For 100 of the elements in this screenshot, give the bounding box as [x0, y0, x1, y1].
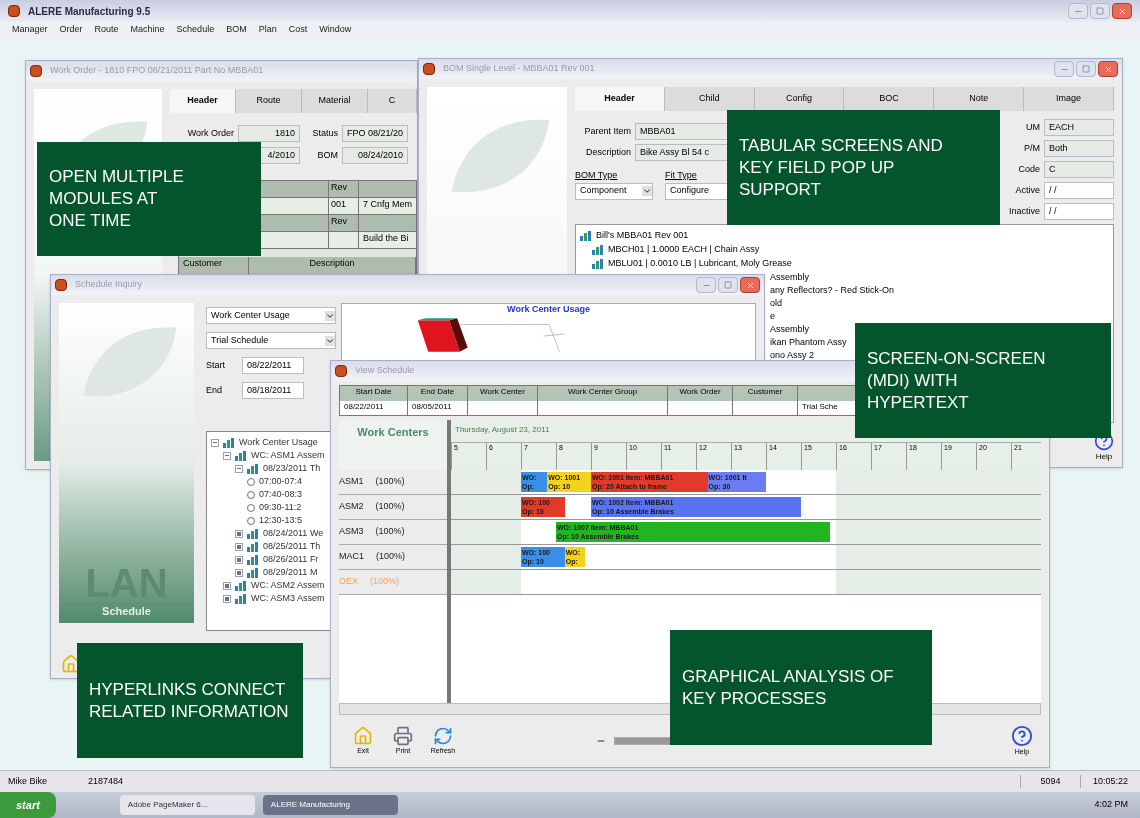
- close-button[interactable]: [1098, 61, 1118, 77]
- window-title: View Schedule: [355, 364, 415, 378]
- tree-item[interactable]: WC: ASM1 Assem: [251, 448, 325, 463]
- text-field[interactable]: EACH: [1044, 119, 1114, 136]
- tree-item[interactable]: Assembly: [770, 323, 809, 336]
- close-button[interactable]: [1112, 3, 1132, 19]
- app-icon: [8, 5, 20, 17]
- menu-item[interactable]: Cost: [288, 23, 308, 37]
- tree-item[interactable]: 08/26/2011 Fr: [263, 552, 319, 567]
- menu-item[interactable]: Window: [319, 23, 352, 37]
- tree-item[interactable]: 07:40-08:3: [259, 487, 303, 502]
- callout-tooltip: OPEN MULTIPLE MODULES AT ONE TIME: [37, 142, 261, 256]
- tree-item[interactable]: 09:30-11:2: [259, 500, 302, 515]
- taskbar-button[interactable]: ALERE Manufacturing: [262, 795, 398, 815]
- menu-item[interactable]: BOM: [226, 23, 247, 37]
- tree-item[interactable]: e: [770, 310, 775, 323]
- field-label: BOM: [317, 148, 338, 162]
- column-header: Work Center Group: [538, 386, 667, 401]
- work-center-row[interactable]: ASM2 (100%): [339, 495, 447, 520]
- menu-item[interactable]: Order: [59, 23, 83, 37]
- tree-item[interactable]: 08/23/2011 Th: [263, 461, 321, 476]
- taskbar-button[interactable]: Adobe PageMaker 6...: [119, 795, 255, 815]
- tree-item[interactable]: 08/24/2011 We: [263, 526, 324, 541]
- tree-item[interactable]: WC: ASM2 Assem: [251, 578, 325, 593]
- expand-icon[interactable]: [235, 568, 243, 577]
- tab[interactable]: Header: [169, 89, 236, 113]
- work-center-row[interactable]: ASM3 (100%): [339, 520, 447, 545]
- tab[interactable]: Material: [301, 89, 368, 113]
- tree-item[interactable]: any Reflectors? - Red Stick-On: [770, 284, 895, 297]
- text-field[interactable]: 1810: [237, 125, 300, 142]
- text-field[interactable]: FPO 08/21/20: [341, 125, 408, 142]
- tree-item[interactable]: 08/25/2011 Th: [263, 539, 321, 554]
- tree-item[interactable]: MBLU01 | 0.0010 LB | Lubricant, Moly Grease: [608, 257, 792, 271]
- collapse-icon[interactable]: [223, 451, 231, 460]
- tree-node-icon: [247, 554, 259, 565]
- tree-node-icon: [223, 437, 235, 448]
- menu-item[interactable]: Schedule: [176, 23, 215, 37]
- status-field: 10:05:22: [1080, 774, 1140, 789]
- menu-item[interactable]: Manager: [12, 23, 48, 37]
- tree-node-icon: [235, 580, 247, 591]
- callout-tooltip: TABULAR SCREENS AND KEY FIELD POP UP SUPPORT: [727, 110, 1000, 225]
- close-button[interactable]: [740, 277, 760, 293]
- tree-item[interactable]: 12:30-13:5: [259, 513, 303, 528]
- dropdown[interactable]: Work Center Usage: [206, 307, 336, 324]
- tree-node-icon: [235, 450, 247, 461]
- tree-item[interactable]: Bill's MBBA01 Rev 001: [596, 229, 689, 243]
- tab[interactable]: C: [367, 89, 417, 113]
- menu-item[interactable]: Route: [94, 23, 119, 37]
- field-label: Status: [312, 126, 338, 140]
- menu-item[interactable]: Plan: [258, 23, 277, 37]
- field-label: Start: [206, 358, 226, 372]
- text-field[interactable]: 08/18/2011: [242, 382, 304, 399]
- collapse-icon[interactable]: [211, 438, 219, 447]
- tab[interactable]: Child: [664, 87, 755, 111]
- text-field[interactable]: Both: [1044, 140, 1114, 157]
- refresh-icon: [433, 725, 453, 746]
- text-field[interactable]: / /: [1044, 203, 1114, 220]
- tree-item[interactable]: 08/29/2011 M: [263, 565, 318, 580]
- text-field[interactable]: 08/22/2011: [242, 357, 304, 374]
- app-icon: [335, 365, 347, 377]
- tree-node-icon: [247, 528, 259, 539]
- text-field[interactable]: 08/24/2010: [341, 147, 408, 164]
- expand-icon[interactable]: [223, 594, 231, 603]
- field-label: P/M: [1024, 141, 1040, 155]
- status-field: 5094: [1020, 774, 1080, 789]
- tab[interactable]: Config: [754, 87, 845, 111]
- tab[interactable]: Note: [934, 87, 1025, 111]
- tree-item[interactable]: WC: ASM3 Assem: [251, 591, 325, 606]
- dropdown-arrow-icon: [325, 335, 335, 346]
- work-center-row[interactable]: MAC1 (100%): [339, 545, 447, 570]
- dropdown-arrow-icon: [325, 310, 335, 321]
- tree-item[interactable]: ikan Phantom Assy: [770, 336, 847, 349]
- grid-cell: Rev: [328, 181, 359, 197]
- column-header: Start Date: [340, 386, 407, 401]
- tab[interactable]: Route: [235, 89, 302, 113]
- tree-node-icon: [592, 245, 604, 255]
- menu-item[interactable]: Machine: [130, 23, 165, 37]
- tab[interactable]: BOC: [844, 87, 935, 111]
- tab[interactable]: Header: [575, 87, 665, 111]
- start-button[interactable]: start: [0, 792, 56, 818]
- text-field[interactable]: / /: [1044, 182, 1114, 199]
- collapse-icon[interactable]: [235, 464, 243, 473]
- expand-icon[interactable]: [235, 555, 243, 564]
- expand-icon[interactable]: [235, 529, 243, 538]
- text-field[interactable]: C: [1044, 161, 1114, 178]
- expand-icon[interactable]: [223, 581, 231, 590]
- tree-item[interactable]: ono Assy 2: [770, 349, 815, 362]
- dropdown-arrow-icon: [642, 186, 652, 196]
- dropdown[interactable]: Trial Schedule: [206, 332, 336, 349]
- tree-item[interactable]: old: [770, 297, 782, 310]
- tree-item[interactable]: MBCH01 | 1.0000 EACH | Chain Assy: [608, 243, 760, 257]
- dropdown[interactable]: Component: [575, 182, 653, 200]
- tree-item[interactable]: Assembly: [770, 271, 809, 284]
- tree-item[interactable]: 07:00-07:4: [259, 474, 303, 489]
- field-label: Active: [1015, 183, 1040, 197]
- work-center-row[interactable]: ASM1 (100%): [339, 470, 447, 495]
- tab[interactable]: Image: [1024, 87, 1114, 111]
- field-label: Parent Item: [583, 124, 631, 138]
- tree-item[interactable]: Work Center Usage: [239, 435, 318, 450]
- expand-icon[interactable]: [235, 542, 243, 551]
